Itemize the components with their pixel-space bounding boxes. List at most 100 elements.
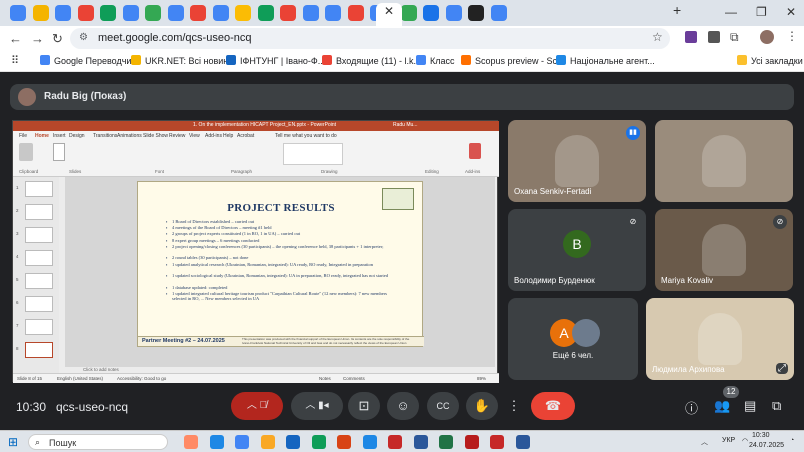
browser-tab[interactable] — [445, 5, 462, 21]
ribbon-tab[interactable]: Tell me what you want to do — [275, 133, 337, 139]
taskbar-app-icon[interactable] — [235, 435, 249, 449]
bookmark-item[interactable]: Національне агент... — [556, 55, 655, 66]
taskbar-app-icon[interactable] — [337, 435, 351, 449]
profile-avatar[interactable] — [760, 30, 774, 44]
slide-thumbnail[interactable] — [25, 227, 53, 243]
ribbon-tab[interactable]: Slide Show — [143, 133, 168, 139]
back-icon[interactable]: ← — [9, 31, 22, 46]
apps-grid-icon[interactable]: ⠿ — [11, 54, 19, 67]
pin-icon[interactable]: ⤢ — [776, 363, 788, 374]
taskbar-search[interactable]: ⌕ Пошук — [28, 434, 168, 450]
taskbar-app-icon[interactable] — [388, 435, 402, 449]
browser-tab[interactable] — [145, 5, 161, 21]
slide-thumbnail[interactable] — [25, 296, 53, 312]
forward-icon[interactable]: → — [31, 31, 44, 46]
activities-icon[interactable]: ⧉ — [772, 398, 781, 414]
browser-tab[interactable] — [77, 5, 94, 21]
browser-tab[interactable] — [10, 5, 26, 21]
browser-tab[interactable] — [190, 5, 206, 21]
browser-tab[interactable] — [423, 5, 439, 21]
ribbon-tab[interactable]: Design — [69, 133, 85, 139]
close-tab-icon[interactable]: ✕ — [384, 4, 394, 18]
meeting-details-icon[interactable]: ⓘ — [685, 398, 698, 417]
participant-tile[interactable] — [655, 120, 793, 202]
shared-screen[interactable]: 1. On the implementation HICAPT Project_… — [12, 120, 499, 383]
mic-toggle-button[interactable]: ︿ 🎙̸ — [231, 392, 283, 420]
keyboard-language[interactable]: УКР — [722, 437, 735, 444]
captions-button[interactable]: CC — [427, 392, 459, 420]
taskbar-app-icon[interactable] — [439, 435, 453, 449]
browser-tab[interactable] — [212, 5, 229, 21]
all-bookmarks-button[interactable]: Усі закладки — [737, 55, 803, 66]
browser-tab[interactable] — [400, 5, 417, 21]
taskbar-app-icon[interactable] — [515, 435, 530, 449]
ribbon-tab[interactable]: Help — [223, 133, 233, 139]
bookmark-item[interactable]: Scopus preview - Sc... — [461, 55, 565, 66]
browser-tab[interactable] — [468, 5, 484, 21]
ribbon-tab[interactable]: Insert — [53, 133, 66, 139]
browser-tab[interactable] — [490, 5, 507, 21]
participant-tile[interactable]: В ⊘ Володимир Бурденюк — [508, 209, 646, 291]
raise-hand-button[interactable]: ✋ — [466, 392, 498, 420]
extension-icon[interactable] — [708, 31, 720, 43]
minimize-icon[interactable]: — — [725, 5, 737, 19]
participant-tile[interactable]: ▮▮ Oxana Senkiv-Fertadi — [508, 120, 646, 202]
more-options-button[interactable]: ⋮ — [503, 392, 525, 420]
slide-thumbnail[interactable] — [25, 342, 53, 358]
shapes-gallery[interactable] — [283, 143, 343, 165]
bookmark-item[interactable]: Входящие (11) - l.k... — [322, 55, 421, 66]
notifications-icon[interactable]: ◔ — [790, 437, 794, 444]
paste-icon[interactable] — [19, 143, 33, 161]
people-icon[interactable]: 👥 — [714, 398, 730, 414]
browser-tab[interactable] — [257, 5, 274, 21]
restore-icon[interactable]: ❐ — [756, 5, 767, 19]
browser-tab[interactable] — [280, 5, 296, 21]
taskbar-app-icon[interactable] — [311, 435, 326, 449]
wifi-icon[interactable]: ◠ — [742, 437, 748, 445]
address-bar[interactable]: ⚙ meet.google.com/qcs-useo-ncq ☆ — [70, 28, 670, 49]
language-status[interactable]: English (United States) — [57, 376, 103, 381]
slide-thumbnail[interactable] — [25, 273, 53, 289]
browser-tab[interactable] — [167, 5, 184, 21]
site-info-icon[interactable]: ⚙ — [79, 32, 88, 43]
browser-tab[interactable] — [347, 5, 364, 21]
current-slide[interactable]: PROJECT RESULTS 1 Board of Directors est… — [137, 181, 424, 347]
comments-toggle[interactable]: Comments — [343, 376, 365, 381]
notes-toggle[interactable]: Notes — [319, 376, 331, 381]
url-text[interactable]: meet.google.com/qcs-useo-ncq — [98, 32, 251, 44]
leave-call-button[interactable]: ☎ — [531, 392, 575, 420]
clock-date[interactable]: 24.07.2025 — [749, 442, 784, 449]
add-ins-icon[interactable] — [469, 143, 481, 159]
participant-tile[interactable]: ⊘ Mariya Kovaliv — [655, 209, 793, 291]
bookmark-star-icon[interactable]: ☆ — [652, 30, 663, 44]
browser-tab[interactable] — [325, 5, 341, 21]
taskbar-app-icon[interactable] — [362, 435, 377, 449]
ribbon-tab[interactable]: View — [189, 133, 200, 139]
browser-tab[interactable] — [32, 5, 49, 21]
browser-tab[interactable] — [235, 5, 251, 21]
camera-toggle-button[interactable]: ︿ ▮◂ — [291, 392, 343, 420]
bookmark-item[interactable]: Класс — [416, 55, 455, 66]
browser-tab[interactable] — [122, 5, 139, 21]
tray-chevron-icon[interactable]: ︿ — [701, 437, 708, 447]
extension-icon[interactable] — [685, 31, 697, 43]
taskbar-app-icon[interactable] — [209, 435, 224, 449]
taskbar-app-icon[interactable] — [260, 435, 275, 449]
browser-tab[interactable] — [302, 5, 319, 21]
bookmark-item[interactable]: UKR.NET: Всі новин... — [131, 55, 236, 66]
zoom-level[interactable]: 89% — [477, 376, 486, 381]
chat-icon[interactable]: ▤ — [744, 398, 756, 414]
reload-icon[interactable]: ↻ — [52, 31, 63, 47]
taskbar-app-icon[interactable] — [413, 435, 428, 449]
taskbar-app-icon[interactable] — [286, 435, 300, 449]
windows-start-icon[interactable]: ⊞ — [8, 435, 18, 449]
present-button[interactable]: ⊡ — [348, 392, 380, 420]
slide-thumbnail[interactable] — [25, 319, 53, 335]
bookmark-item[interactable]: ІФНТУНГ | Івано-Ф... — [226, 55, 325, 66]
reactions-button[interactable]: ☺ — [387, 392, 419, 420]
ribbon-tab[interactable]: Home — [35, 133, 49, 139]
extensions-puzzle-icon[interactable]: ⧉ — [730, 30, 739, 45]
participant-tile[interactable]: A Ещё 6 чел. — [508, 298, 638, 380]
slide-thumbnail[interactable] — [25, 250, 53, 266]
ribbon-tab[interactable]: Transitions — [93, 133, 117, 139]
